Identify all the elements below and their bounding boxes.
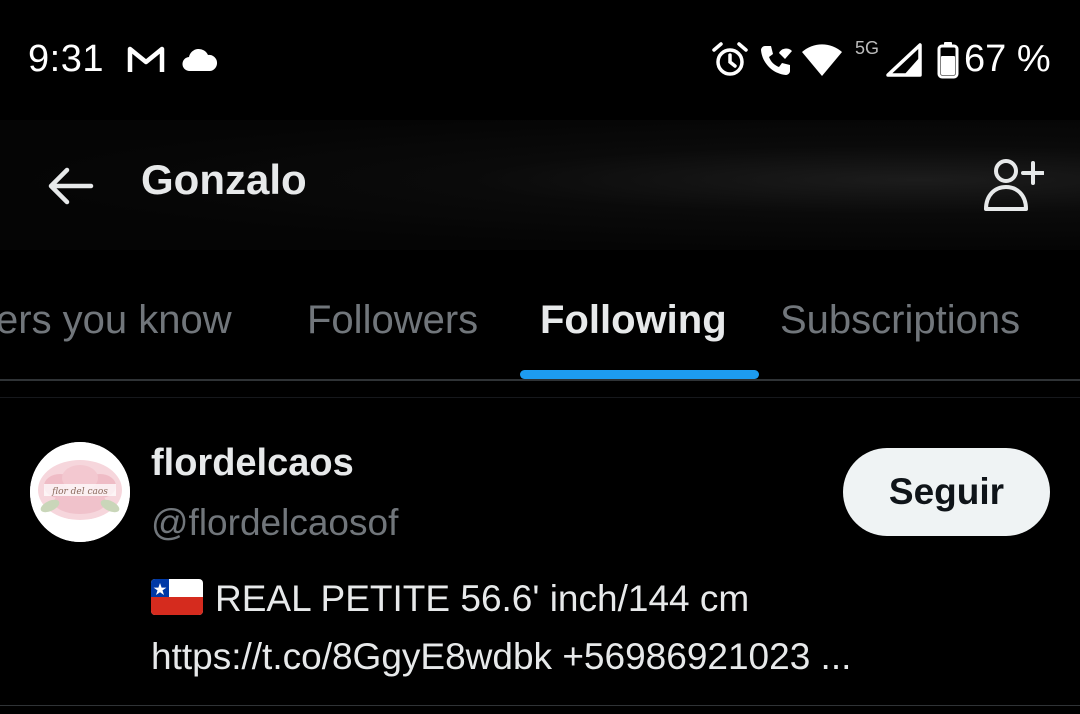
clock: 9:31 [28,38,104,80]
bio-line-1: REAL PETITE 56.6' inch/144 cm [151,570,1051,628]
tab-followers[interactable]: Followers [307,298,478,343]
cloud-icon [180,40,220,80]
avatar[interactable]: flor del caos [30,442,130,542]
tab-bar: ers you know Followers Following Subscri… [0,270,1080,380]
wifi-call-icon [756,40,796,80]
section-divider [0,397,1080,398]
bio-line-2: https://t.co/8GgyE8wdbk +56986921023 ... [151,628,1051,686]
flower-logo-icon: flor del caos [30,442,130,542]
tab-subscriptions[interactable]: Subscriptions [780,298,1020,343]
add-user-button[interactable] [978,150,1048,220]
active-tab-indicator [520,370,759,379]
tab-followers-you-know[interactable]: ers you know [0,298,232,343]
back-button[interactable] [40,156,100,216]
screen: 9:31 5G 67 % Gonzalo ers you know Follow… [0,0,1080,714]
page-title: Gonzalo [141,156,307,203]
signal-icon [884,40,924,80]
alarm-icon [710,40,750,80]
user-display-name[interactable]: flordelcaos [151,442,354,485]
network-type-label: 5G [854,37,879,58]
person-add-icon [984,159,1044,211]
avatar-text: flor del caos [51,487,108,497]
user-bio: REAL PETITE 56.6' inch/144 cm https://t.… [151,570,1051,686]
arrow-left-icon [48,167,94,205]
battery-percent: 67 % [964,38,1051,80]
list-item[interactable]: flor del caos flordelcaos @flordelcaosof… [0,400,1080,705]
battery-icon [936,40,960,80]
wifi-icon [800,40,844,80]
row-divider [0,705,1080,706]
status-bar: 9:31 5G 67 % [0,0,1080,120]
follow-button[interactable]: Seguir [843,448,1050,536]
user-handle: @flordelcaosof [151,502,399,543]
bio-link[interactable]: https://t.co/8GgyE8wdbk +56986921023 ... [151,636,851,677]
chile-flag-icon [151,579,203,615]
tab-following[interactable]: Following [540,298,727,343]
bio-text-1: REAL PETITE 56.6' inch/144 cm [215,578,750,619]
gmail-icon [124,40,168,80]
profile-header: Gonzalo [0,120,1080,250]
tab-divider [0,379,1080,381]
